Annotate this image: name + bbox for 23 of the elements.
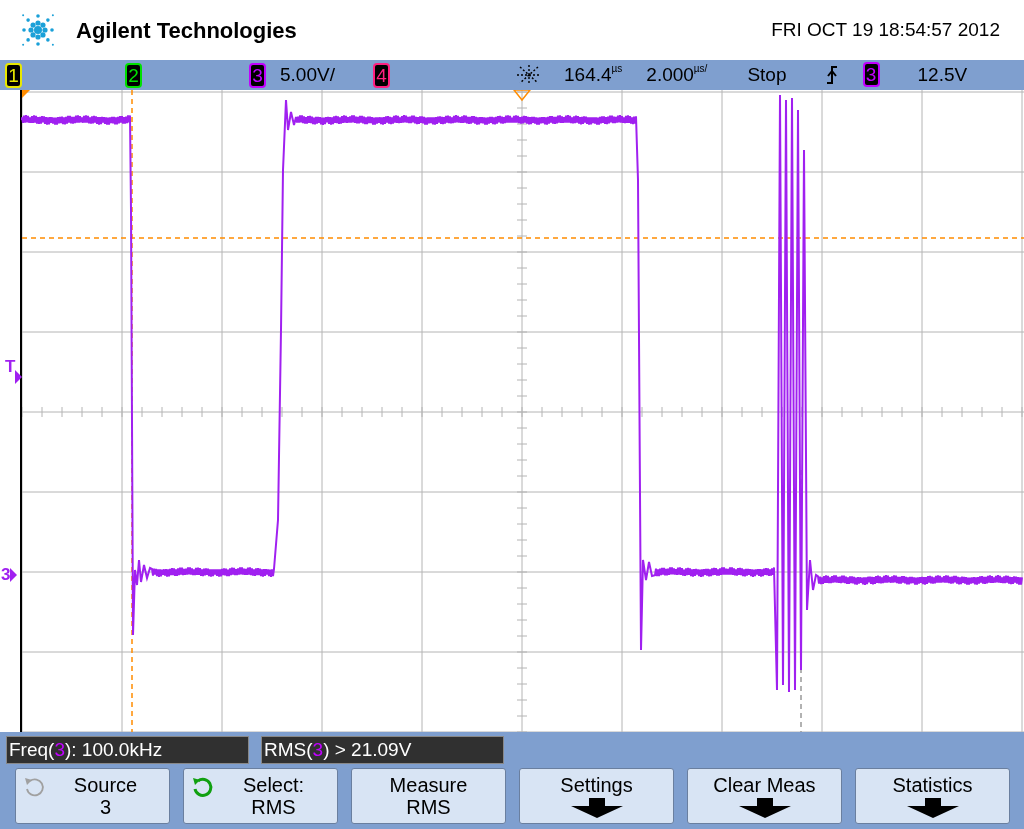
channel-indicator[interactable]: 4 bbox=[373, 62, 390, 88]
volts-per-division: 5.00V/ bbox=[280, 62, 335, 87]
measurement-readout: Freq(3): 100.0kHz bbox=[6, 736, 249, 764]
softkey-button[interactable]: Settings bbox=[519, 768, 674, 824]
run-status: Stop bbox=[747, 62, 787, 87]
channel-indicator[interactable]: 3 bbox=[249, 62, 266, 88]
softkey-button[interactable]: Measure RMS bbox=[351, 768, 506, 824]
channel-indicator[interactable]: 2 bbox=[125, 62, 142, 88]
acquisition-icon bbox=[516, 64, 542, 86]
rising-edge-icon bbox=[824, 65, 839, 85]
softkey-button[interactable]: Select: RMS bbox=[183, 768, 338, 824]
channel-indicator[interactable]: 3 bbox=[862, 61, 880, 87]
softkey-button[interactable]: Source 3 bbox=[15, 768, 170, 824]
brand-name: Agilent Technologies bbox=[76, 16, 297, 45]
date-time: FRI OCT 19 18:54:57 2012 bbox=[771, 17, 1000, 42]
softkey-button[interactable]: Clear Meas bbox=[687, 768, 842, 824]
channel-indicator[interactable]: 1 bbox=[5, 62, 22, 88]
down-arrow-icon bbox=[738, 798, 791, 818]
measurement-readout: RMS(3) > 21.09V bbox=[261, 736, 504, 764]
softkey-button[interactable]: Statistics bbox=[855, 768, 1010, 824]
down-arrow-icon bbox=[906, 798, 959, 818]
down-arrow-icon bbox=[570, 798, 623, 818]
trigger-level: 12.5V bbox=[917, 62, 968, 87]
